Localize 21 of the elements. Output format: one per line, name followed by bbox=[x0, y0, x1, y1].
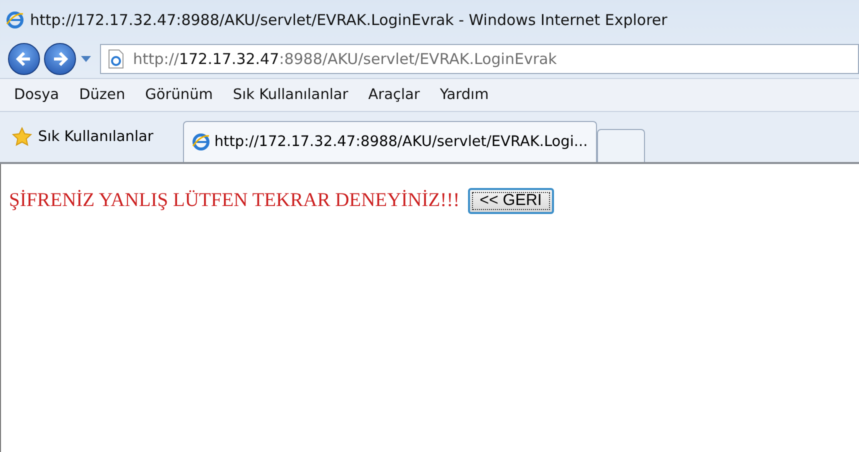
error-message: ŞİFRENİZ YANLIŞ LÜTFEN TEKRAR DENEYİNİZ!!! bbox=[9, 190, 460, 212]
page-icon bbox=[107, 49, 125, 69]
window-title: http://172.17.32.47:8988/AKU/servlet/EVRAK.LoginEvrak - Windows Internet Explorer bbox=[30, 11, 668, 29]
star-icon bbox=[12, 127, 32, 147]
menu-item[interactable]: Sık Kullanılanlar bbox=[222, 87, 358, 103]
address-field[interactable]: http://172.17.32.47:8988/AKU/servlet/EVRAK.LoginEvrak bbox=[100, 44, 859, 74]
forward-arrow-icon bbox=[51, 50, 69, 68]
menu-item[interactable]: Düzen bbox=[69, 87, 136, 103]
back-arrow-icon bbox=[15, 50, 33, 68]
dropdown-icon[interactable] bbox=[80, 55, 92, 63]
browser-tab[interactable]: http://172.17.32.47:8988/AKU/servlet/EVRAK.Logi... bbox=[183, 121, 597, 162]
browser-icon bbox=[6, 11, 24, 29]
menu-item[interactable]: Görünüm bbox=[135, 87, 223, 103]
favorites-button[interactable]: Sık Kullanılanlar bbox=[6, 118, 160, 156]
back-button[interactable] bbox=[8, 43, 40, 75]
menu-item[interactable]: Yardım bbox=[430, 87, 499, 103]
back-button[interactable]: << GERI bbox=[468, 188, 554, 214]
menu-item[interactable]: Araçlar bbox=[358, 87, 430, 103]
forward-button[interactable] bbox=[44, 43, 76, 75]
browser-icon bbox=[192, 133, 210, 151]
menu-item[interactable]: Dosya bbox=[4, 87, 70, 103]
